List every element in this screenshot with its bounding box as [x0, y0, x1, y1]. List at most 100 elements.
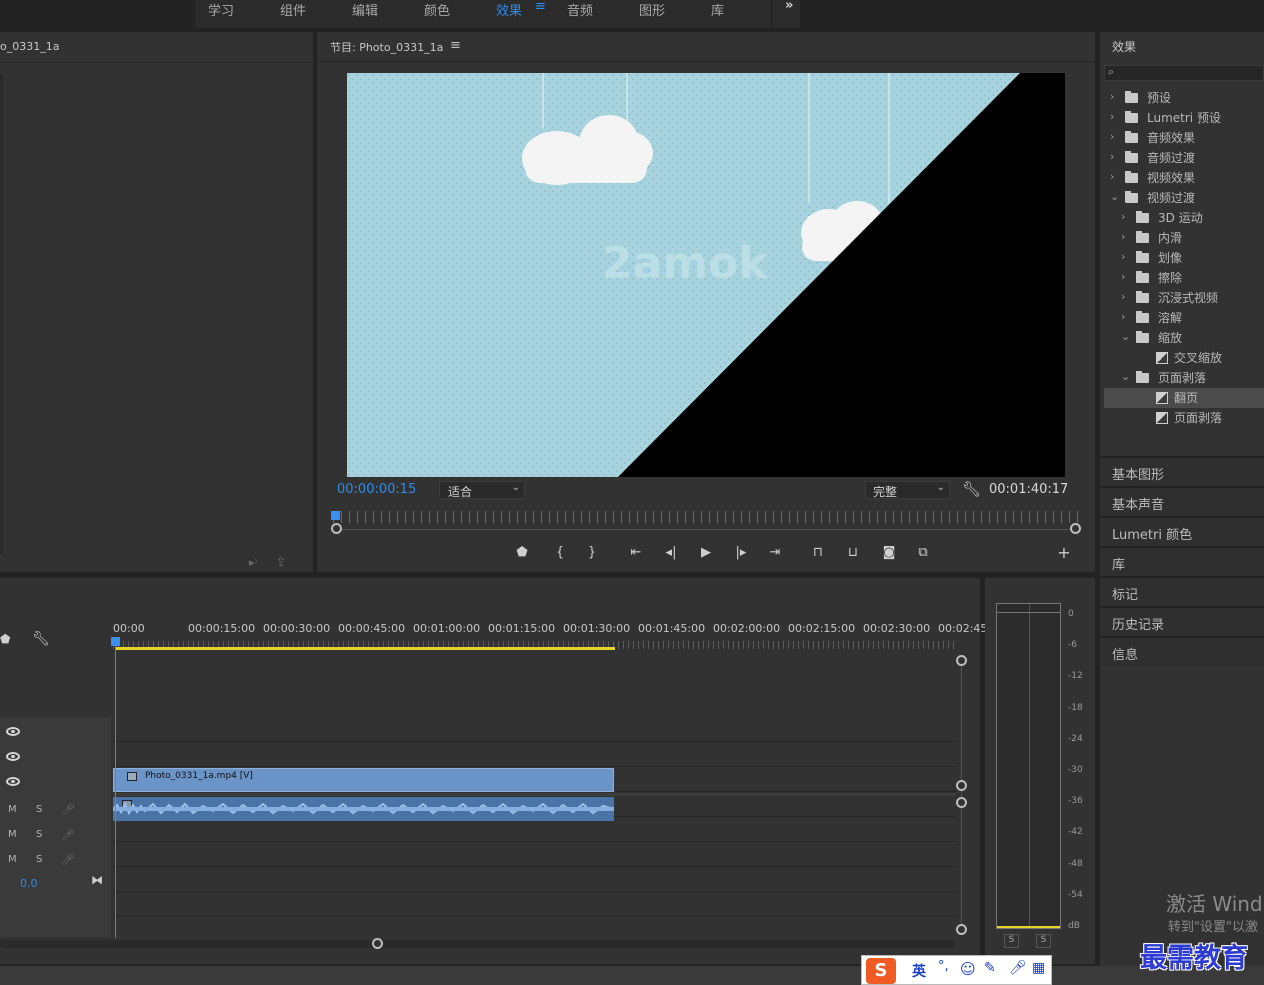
chevron-down-icon[interactable]: ⌄ [1121, 330, 1130, 343]
smiley-icon[interactable]: ☺ [960, 960, 976, 978]
eye-icon[interactable] [6, 727, 20, 736]
v-zoom-handle[interactable] [956, 780, 967, 791]
video-clip[interactable]: Photo_0331_1a.mp4 [V] [113, 768, 614, 792]
chevron-down-icon[interactable]: ⌄ [1121, 370, 1130, 383]
track-lanes[interactable] [113, 717, 956, 937]
grid-icon[interactable]: ▦ [1032, 960, 1045, 976]
quality-select[interactable]: 完整 ⌄ [865, 481, 950, 499]
insert-icon[interactable]: ▸⁾ [249, 556, 257, 569]
hamburger-icon[interactable]: ≡ [450, 38, 461, 53]
v-zoom-handle[interactable] [956, 655, 967, 666]
mark-in-icon[interactable]: { [551, 545, 569, 560]
marker-icon[interactable]: ⬟ [0, 632, 10, 646]
step-forward-icon[interactable]: |▸ [732, 545, 750, 560]
effects-tree-item[interactable]: › 沉浸式视频 [1104, 288, 1264, 308]
play-icon[interactable]: ▶ [697, 545, 715, 560]
effects-tree-item[interactable]: › 划像 [1104, 248, 1264, 268]
side-panel-item[interactable]: 库 [1100, 547, 1264, 576]
chevron-right-icon[interactable]: › [1110, 130, 1114, 143]
step-back-icon[interactable]: ◂| [662, 545, 680, 560]
pen-icon[interactable]: ✎ [984, 960, 996, 976]
chevron-right-icon[interactable]: › [1121, 270, 1125, 283]
microphone-icon[interactable]: 🎤︎ [61, 803, 75, 816]
tab-effects[interactable]: 效果 [496, 0, 522, 19]
solo-button[interactable]: S [36, 829, 42, 840]
chevron-right-icon[interactable]: › [1110, 90, 1114, 103]
monitor-playhead[interactable] [331, 511, 340, 520]
playhead-timecode[interactable]: 00:00:00:15 [337, 482, 416, 497]
effects-tree-item[interactable]: › 3D 运动 [1104, 208, 1264, 228]
zoom-handle-right[interactable] [1070, 523, 1081, 534]
comparison-view-icon[interactable]: ⧉ [914, 545, 932, 560]
solo-button-left[interactable]: S [1004, 934, 1019, 948]
source-panel-title[interactable]: o_0331_1a [0, 40, 59, 53]
side-panel-item[interactable]: 历史记录 [1100, 607, 1264, 636]
camera-icon[interactable]: ◙ [880, 545, 898, 560]
effects-panel-title[interactable]: 效果 [1112, 38, 1136, 55]
microphone-icon[interactable]: 🎤︎ [1009, 960, 1027, 976]
ime-mode[interactable]: 英 [912, 961, 926, 981]
plus-icon[interactable]: + [1055, 543, 1073, 562]
effects-tree-item[interactable]: › 擦除 [1104, 268, 1264, 288]
wrench-icon[interactable]: 🔧︎ [32, 631, 50, 647]
side-panel-item[interactable]: 基本图形 [1100, 457, 1264, 486]
horizontal-scrollbar[interactable] [0, 940, 955, 948]
effects-tree-item[interactable]: ⌄ 视频过渡 [1104, 188, 1264, 208]
add-marker-icon[interactable]: ⬟ [513, 545, 531, 560]
hamburger-icon[interactable]: ≡ [535, 0, 546, 15]
effects-tree-item[interactable]: 翻页 [1104, 388, 1264, 408]
go-to-in-icon[interactable]: ⇤ [627, 545, 645, 560]
effects-tree-item[interactable]: 页面剥落 [1104, 408, 1264, 428]
mix-value[interactable]: 0.0 [20, 877, 38, 890]
wrench-icon[interactable]: 🔧︎ [962, 480, 981, 498]
bowtie-icon[interactable]: ⧓ [91, 873, 103, 887]
chevron-right-icon[interactable]: › [1110, 170, 1114, 183]
side-panel-item[interactable]: 标记 [1100, 577, 1264, 606]
mark-out-icon[interactable]: } [583, 545, 601, 560]
microphone-icon[interactable]: 🎤︎ [61, 853, 75, 866]
chevron-right-icon[interactable]: › [1121, 310, 1125, 323]
sogou-logo-icon[interactable]: S [866, 958, 896, 984]
effects-tree-item[interactable]: ⌄ 页面剥落 [1104, 368, 1264, 388]
effects-tree-item[interactable]: › 溶解 [1104, 308, 1264, 328]
effects-tree-item[interactable]: 交叉缩放 [1104, 348, 1264, 368]
overwrite-icon[interactable]: ⇪ [276, 555, 286, 569]
mute-button[interactable]: M [8, 854, 17, 865]
microphone-icon[interactable]: 🎤︎ [61, 828, 75, 841]
mute-button[interactable]: M [8, 829, 17, 840]
effects-tree-item[interactable]: › Lumetri 预设 [1104, 108, 1264, 128]
mute-button[interactable]: M [8, 804, 17, 815]
tab-assembly[interactable]: 组件 [280, 0, 306, 19]
chevron-right-icon[interactable]: › [1121, 230, 1125, 243]
v-zoom-handle[interactable] [956, 924, 967, 935]
chevron-right-icon[interactable]: › [1121, 290, 1125, 303]
chevron-right-icon[interactable]: › [1110, 110, 1114, 123]
effects-tree-item[interactable]: › 音频效果 [1104, 128, 1264, 148]
tab-audio[interactable]: 音频 [567, 0, 593, 19]
extract-icon[interactable]: ⊔ [844, 545, 862, 560]
tab-libraries[interactable]: 库 [711, 0, 724, 19]
effects-tree-item[interactable]: › 预设 [1104, 88, 1264, 108]
eye-icon[interactable] [6, 752, 20, 761]
effects-tree-item[interactable]: › 视频效果 [1104, 168, 1264, 188]
effects-tree-item[interactable]: ⌄ 缩放 [1104, 328, 1264, 348]
h-zoom-handle[interactable] [372, 938, 383, 949]
tab-learn[interactable]: 学习 [208, 0, 234, 19]
go-to-out-icon[interactable]: ⇥ [766, 545, 784, 560]
ime-punct[interactable]: °, [938, 959, 949, 974]
tab-graphics[interactable]: 图形 [639, 0, 665, 19]
vertical-zoom-bar[interactable] [961, 660, 962, 930]
chevron-right-icon[interactable]: › [1110, 150, 1114, 163]
chevron-right-icon[interactable]: › [1121, 210, 1125, 223]
program-monitor-title[interactable]: 节目: Photo_0331_1a [330, 39, 443, 55]
effects-tree-item[interactable]: › 音频过渡 [1104, 148, 1264, 168]
fit-select[interactable]: 适合 ⌄ [439, 481, 525, 499]
monitor-time-ruler[interactable] [333, 511, 1078, 523]
audio-clip[interactable] [113, 797, 614, 821]
side-panel-item[interactable]: Lumetri 颜色 [1100, 517, 1264, 546]
solo-button[interactable]: S [36, 804, 42, 815]
chevron-right-icon[interactable]: › [1121, 250, 1125, 263]
chevron-down-icon[interactable]: ⌄ [1110, 190, 1119, 203]
double-chevron-right-icon[interactable]: » [785, 0, 793, 14]
effects-search-input[interactable]: ⌕ [1104, 65, 1264, 81]
